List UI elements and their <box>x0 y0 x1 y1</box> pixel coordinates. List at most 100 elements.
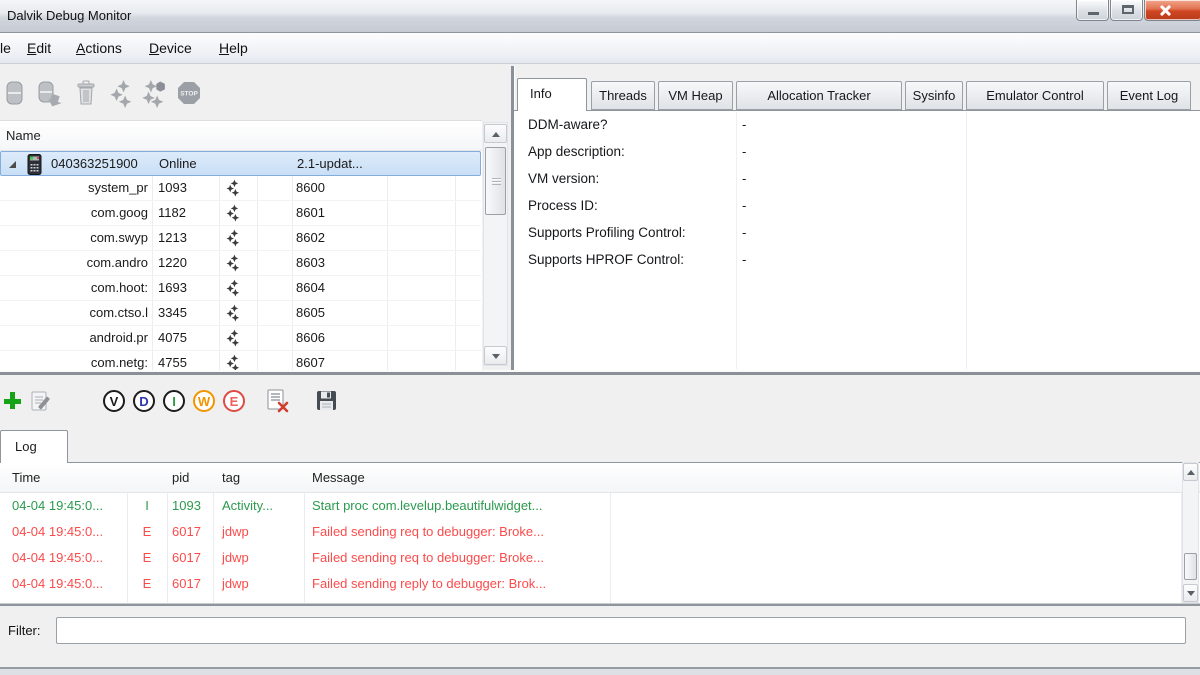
process-port: 8603 <box>296 251 325 275</box>
process-pid: 1220 <box>158 251 187 275</box>
maximize-button[interactable] <box>1110 0 1143 21</box>
menu-bar: le Edit Actions Device Help <box>0 33 1200 64</box>
edit-filter-button[interactable] <box>31 390 53 415</box>
log-scrollbar[interactable] <box>1182 462 1199 603</box>
save-log-button[interactable] <box>316 390 337 414</box>
clear-log-button[interactable] <box>266 389 290 416</box>
menu-item-actions[interactable]: Actions <box>72 33 126 64</box>
scroll-down-button[interactable] <box>484 346 507 365</box>
tab-event-log[interactable]: Event Log <box>1107 81 1191 110</box>
device-table-header: Name <box>0 121 482 151</box>
horizontal-splitter[interactable] <box>0 370 1200 384</box>
stop-process-button[interactable]: STOP <box>176 80 204 108</box>
debug-filter-button[interactable]: D <box>133 390 155 412</box>
scroll-down-button[interactable] <box>1183 584 1198 602</box>
svg-text:STOP: STOP <box>180 91 198 98</box>
warn-filter-button[interactable]: W <box>193 390 215 412</box>
error-filter-button[interactable]: E <box>223 390 245 412</box>
column-header-tag[interactable]: tag <box>222 463 240 492</box>
menu-item-file[interactable]: le <box>0 33 15 64</box>
update-heap-icon <box>140 80 168 108</box>
process-row[interactable]: com.swyp 1213 8602 <box>0 226 481 251</box>
log-time: 04-04 19:45:0... <box>12 519 103 545</box>
debug-threads-icon <box>226 229 241 247</box>
debug-threads-icon <box>226 279 241 297</box>
log-level: E <box>127 545 167 571</box>
tab-log[interactable]: Log <box>0 430 68 463</box>
maximize-icon <box>1122 5 1134 14</box>
process-pid: 1093 <box>158 176 187 200</box>
tab-allocation-tracker[interactable]: Allocation Tracker <box>736 81 902 110</box>
log-table: Time pid tag Message 04-04 19:45:0... I … <box>0 462 1200 603</box>
process-row[interactable]: com.andro 1220 8603 <box>0 251 481 276</box>
info-field-value: - <box>742 165 746 192</box>
device-toolbar: STOP <box>0 66 510 120</box>
log-row[interactable]: 04-04 19:45:0... I 1093 Activity... Star… <box>0 493 1180 519</box>
device-row[interactable]: 040363251900 Online 2.1-updat... <box>0 151 481 176</box>
debug-process-button[interactable] <box>3 80 31 108</box>
process-row[interactable]: com.ctso.l 3345 8605 <box>0 301 481 326</box>
column-header-pid[interactable]: pid <box>172 463 189 492</box>
menu-item-help[interactable]: Help <box>215 33 252 64</box>
collapse-triangle-icon[interactable] <box>7 159 18 170</box>
log-time: 04-04 19:45:0... <box>12 545 103 571</box>
scroll-thumb[interactable] <box>1184 553 1197 580</box>
log-pid: 1093 <box>172 493 201 519</box>
scroll-thumb[interactable] <box>485 147 506 215</box>
process-port: 8600 <box>296 176 325 200</box>
log-tag: jdwp <box>222 519 249 545</box>
scroll-up-button[interactable] <box>1183 463 1198 481</box>
arrow-down-icon <box>1187 591 1195 596</box>
device-serial: 040363251900 <box>51 152 138 176</box>
scroll-up-button[interactable] <box>484 124 507 143</box>
tab-threads[interactable]: Threads <box>591 81 655 110</box>
log-row[interactable]: 04-04 19:45:0... E 6017 jdwp Failed send… <box>0 519 1180 545</box>
device-table-scrollbar[interactable] <box>483 122 508 366</box>
menu-item-edit[interactable]: Edit <box>23 33 55 64</box>
column-header-time[interactable]: Time <box>12 463 40 492</box>
update-threads-button[interactable] <box>108 80 136 108</box>
minimize-button[interactable] <box>1076 0 1109 21</box>
tab-vm-heap[interactable]: VM Heap <box>658 81 733 110</box>
info-filter-button[interactable]: I <box>163 390 185 412</box>
close-button[interactable] <box>1144 0 1200 21</box>
log-level: I <box>127 493 167 519</box>
process-row[interactable]: com.netg: 4755 8607 <box>0 351 481 370</box>
log-message: Start proc com.levelup.beautifulwidget..… <box>312 493 543 519</box>
tab-sysinfo[interactable]: Sysinfo <box>905 81 963 110</box>
info-field-value: - <box>742 219 746 246</box>
process-row[interactable]: android.pr 4075 8606 <box>0 326 481 351</box>
process-row[interactable]: system_pr 1093 8600 <box>0 176 481 201</box>
log-table-header: Time pid tag Message <box>0 463 1200 493</box>
debug-threads-icon <box>226 354 241 370</box>
garbage-collect-button[interactable] <box>75 80 103 108</box>
arrow-up-icon <box>1187 470 1195 475</box>
push-file-button[interactable] <box>36 80 64 108</box>
tab-label: Emulator Control <box>986 88 1084 103</box>
update-heap-button[interactable] <box>140 80 168 108</box>
filter-input[interactable] <box>56 617 1186 644</box>
column-header-name[interactable]: Name <box>6 121 41 150</box>
log-message: Failed sending reply to debugger: Brok..… <box>312 571 546 597</box>
process-row[interactable]: com.goog 1182 8601 <box>0 201 481 226</box>
device-icon <box>3 80 27 108</box>
tab-label: Info <box>530 79 586 109</box>
process-name: system_pr <box>0 176 148 200</box>
log-time: 04-04 19:45:0... <box>12 571 103 597</box>
process-pid: 3345 <box>158 301 187 325</box>
process-row[interactable]: com.hoot: 1693 8604 <box>0 276 481 301</box>
column-header-message[interactable]: Message <box>312 463 365 492</box>
tab-info[interactable]: Info <box>517 78 587 111</box>
error-letter: E <box>230 394 239 409</box>
info-field-label: Supports HPROF Control: <box>528 246 684 273</box>
log-row[interactable]: 04-04 19:45:0... E 6017 jdwp Failed send… <box>0 571 1180 597</box>
tab-emulator-control[interactable]: Emulator Control <box>966 81 1104 110</box>
log-row[interactable]: 04-04 19:45:0... E 6017 jdwp Failed send… <box>0 545 1180 571</box>
log-tag: jdwp <box>222 571 249 597</box>
title-bar[interactable]: Dalvik Debug Monitor <box>0 0 1200 33</box>
menu-item-device[interactable]: Device <box>145 33 196 64</box>
verbose-filter-button[interactable]: V <box>103 390 125 412</box>
clear-log-icon <box>266 389 290 413</box>
device-process-table: Name 040363251900 Online 2.1-updat... sy… <box>0 120 482 370</box>
process-port: 8606 <box>296 326 325 350</box>
